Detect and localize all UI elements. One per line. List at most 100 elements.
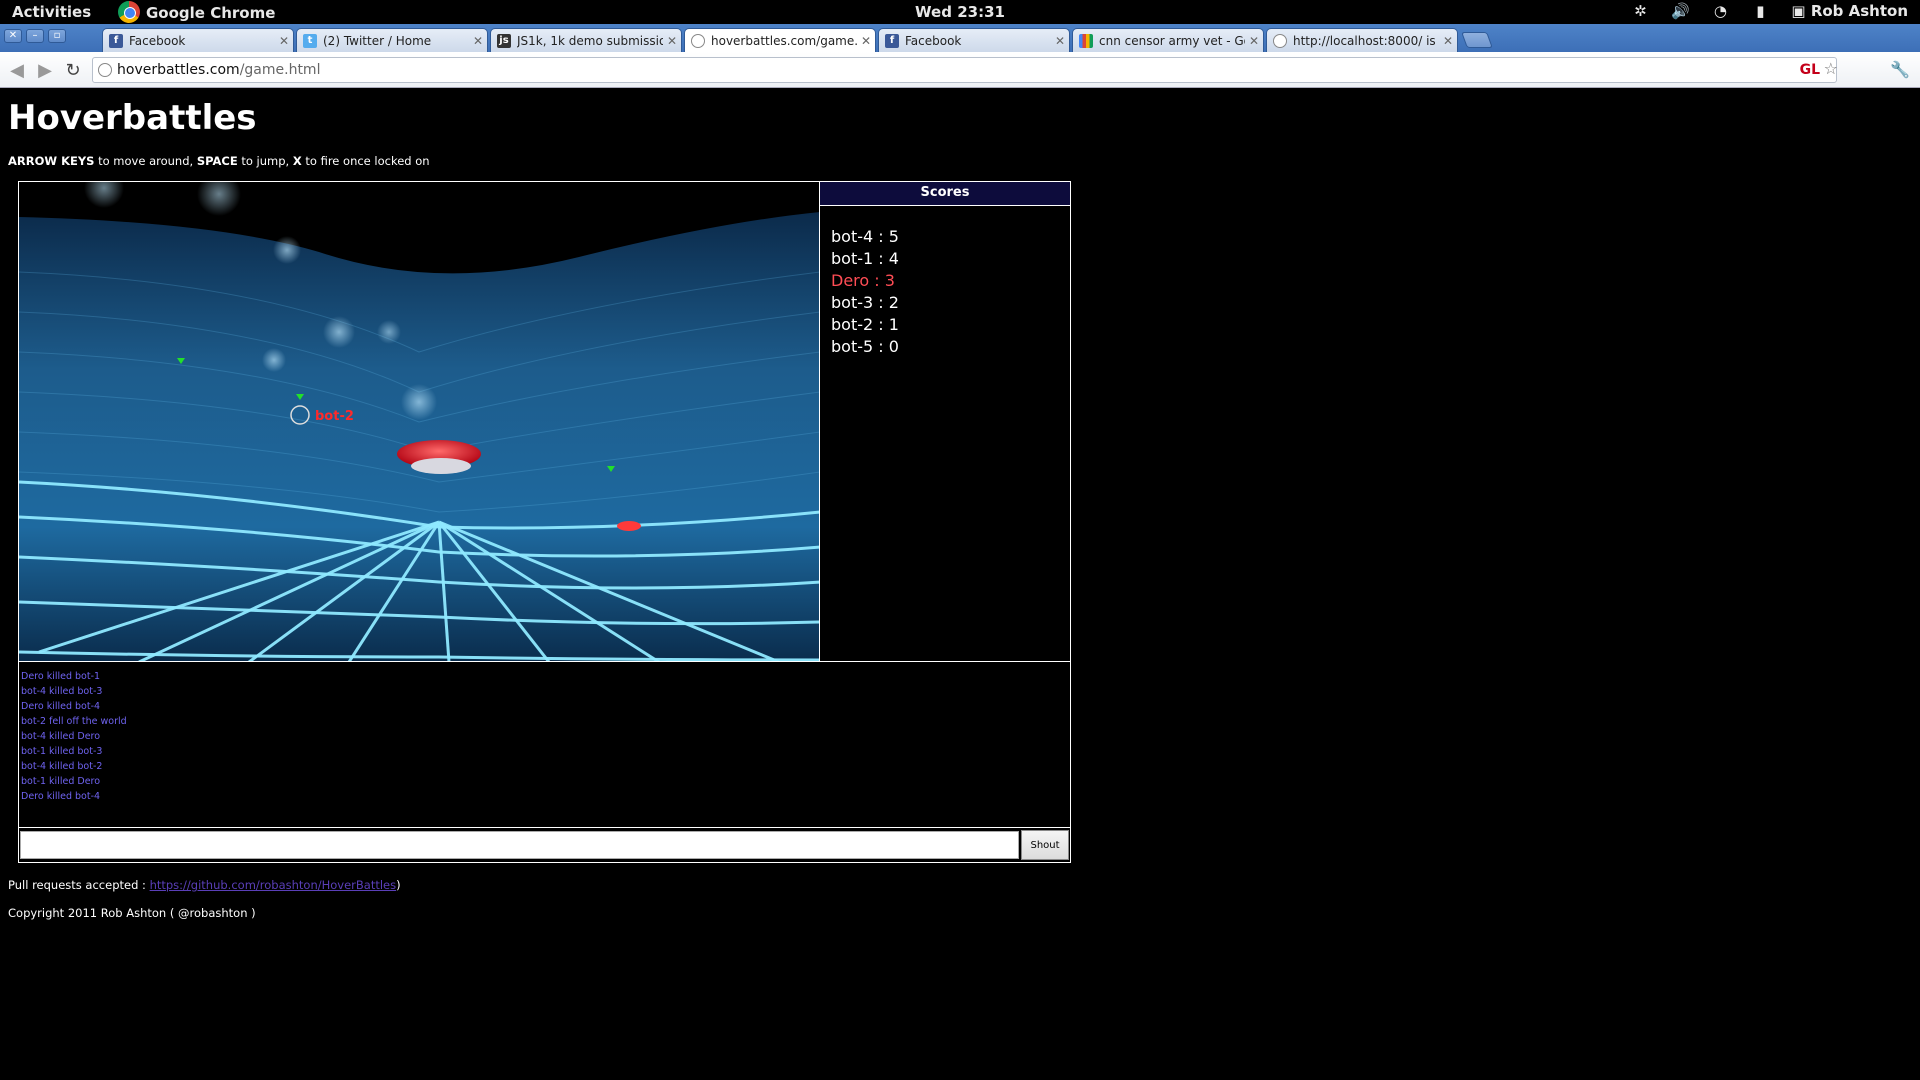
log-entry: bot-4 killed bot-3: [21, 686, 103, 697]
key-arrow-keys: ARROW KEYS: [8, 154, 95, 168]
chat-bar: Shout: [19, 827, 1070, 862]
system-top-bar: Activities Google Chrome Wed 23:31 ✲ 🔊 ◔…: [0, 0, 1920, 24]
glow-orb: [401, 384, 437, 420]
js1k-icon: js: [497, 33, 511, 48]
system-tray: ✲ 🔊 ◔ ▮ ▣ Rob Ashton: [1631, 2, 1908, 20]
battery-icon[interactable]: ▮: [1751, 2, 1769, 20]
chat-input[interactable]: [20, 831, 1019, 859]
user-menu[interactable]: ▣ Rob Ashton: [1791, 2, 1908, 20]
glow-orb: [377, 320, 401, 344]
close-window-icon[interactable]: ✕: [4, 29, 22, 43]
score-entry: bot-1 : 4: [831, 249, 899, 268]
wrench-menu-icon[interactable]: 🔧: [1890, 60, 1910, 79]
log-entry: Dero killed bot-1: [21, 671, 101, 682]
tab-hoverbattles[interactable]: hoverbattles.com/game.h ✕: [684, 28, 876, 52]
score-entry-self: Dero : 3: [831, 271, 895, 290]
page-title: Hoverbattles: [8, 98, 257, 138]
github-link[interactable]: https://github.com/robashton/HoverBattle…: [150, 878, 397, 892]
enemy-hovercraft: [617, 521, 641, 531]
log-entry: Dero killed bot-4: [21, 701, 101, 712]
tab-google-search[interactable]: cnn censor army vet - Goo ✕: [1072, 28, 1264, 52]
close-tab-icon[interactable]: ✕: [663, 34, 681, 48]
bookmark-star-icon[interactable]: ☆: [1824, 57, 1838, 81]
tab-js1k[interactable]: js JS1k, 1k demo submission ✕: [490, 28, 682, 52]
window-controls: ✕ – ▫: [4, 29, 66, 43]
log-entry: bot-4 killed bot-2: [21, 761, 103, 772]
pull-suffix: ): [396, 878, 401, 892]
url-path: /game.html: [239, 62, 321, 78]
tab-title: http://localhost:8000/ is n: [1293, 33, 1439, 48]
log-entry: Dero killed bot-4: [21, 791, 101, 802]
copyright: Copyright 2011 Rob Ashton ( @robashton ): [8, 906, 256, 920]
target-label: bot-2: [315, 409, 354, 424]
webgl-badge[interactable]: GL: [1800, 58, 1820, 82]
forward-icon[interactable]: ▶: [34, 60, 56, 81]
url-domain: hoverbattles.com: [117, 62, 240, 78]
scores-panel: Scores bot-4 : 5 bot-1 : 4 Dero : 3 bot-…: [820, 182, 1070, 662]
facebook-icon: f: [885, 33, 899, 48]
log-entry: bot-1 killed Dero: [21, 776, 101, 787]
address-bar[interactable]: hoverbattles.com/game.html GL ☆: [92, 57, 1838, 83]
close-tab-icon[interactable]: ✕: [469, 34, 487, 48]
key-x: X: [292, 154, 302, 168]
tab-title: cnn censor army vet - Goo: [1099, 33, 1245, 48]
log-entry: bot-4 killed Dero: [21, 731, 101, 742]
back-icon[interactable]: ◀: [6, 60, 28, 81]
tab-title: JS1k, 1k demo submission: [517, 33, 663, 48]
glow-orb: [323, 316, 355, 348]
tab-facebook-2[interactable]: f Facebook ✕: [878, 28, 1070, 52]
user-icon: ▣: [1791, 2, 1811, 20]
page-info-icon[interactable]: [98, 63, 112, 77]
glow-orb: [262, 348, 286, 372]
score-list: bot-4 : 5 bot-1 : 4 Dero : 3 bot-3 : 2 b…: [820, 206, 1070, 358]
close-tab-icon[interactable]: ✕: [1051, 34, 1069, 48]
close-tab-icon[interactable]: ✕: [1245, 34, 1263, 48]
new-tab-button[interactable]: [1461, 32, 1493, 48]
minimize-window-icon[interactable]: –: [26, 29, 44, 43]
instructions-text: to jump,: [237, 154, 293, 168]
volume-icon[interactable]: 🔊: [1671, 2, 1690, 20]
instructions-text: to move around,: [94, 154, 197, 168]
tab-title: hoverbattles.com/game.h: [711, 33, 857, 48]
close-tab-icon[interactable]: ✕: [857, 34, 875, 48]
wifi-icon[interactable]: ◔: [1711, 2, 1729, 20]
score-entry: bot-3 : 2: [831, 293, 899, 312]
globe-icon: [1273, 33, 1287, 48]
score-entry: bot-5 : 0: [831, 337, 899, 356]
key-space: SPACE: [196, 154, 238, 168]
maximize-window-icon[interactable]: ▫: [48, 29, 66, 43]
pull-prefix: Pull requests accepted :: [8, 878, 150, 892]
tab-title: Facebook: [905, 33, 962, 48]
log-entry: bot-1 killed bot-3: [21, 746, 103, 757]
game-scene: bot-2: [19, 182, 819, 661]
tabs: f Facebook ✕ t (2) Twitter / Home ✕ js J…: [102, 28, 1493, 52]
game-container: bot-2 Scores bot-4 : 5 bot-1 : 4 Dero : …: [18, 181, 1071, 863]
log-entry: bot-2 fell off the world: [21, 716, 127, 727]
tab-title: (2) Twitter / Home: [323, 33, 432, 48]
game-canvas[interactable]: bot-2: [19, 182, 820, 662]
score-entry: bot-4 : 5: [831, 227, 899, 246]
reload-icon[interactable]: ↻: [62, 60, 84, 81]
glow-orb: [273, 236, 301, 264]
score-entry: bot-2 : 1: [831, 315, 899, 334]
accessibility-icon[interactable]: ✲: [1631, 2, 1649, 20]
globe-icon: [691, 33, 705, 48]
player-hovercraft-base: [411, 458, 471, 474]
page-content: Hoverbattles ARROW KEYS to move around, …: [0, 88, 1920, 1080]
facebook-icon: f: [109, 33, 123, 48]
instructions-text: to fire once locked on: [301, 154, 430, 168]
browser-toolbar: ◀ ▶ ↻ hoverbattles.com/game.html GL ☆ 🔧: [0, 52, 1920, 88]
close-tab-icon[interactable]: ✕: [275, 34, 293, 48]
tab-facebook[interactable]: f Facebook ✕: [102, 28, 294, 52]
scores-header: Scores: [820, 182, 1070, 206]
close-tab-icon[interactable]: ✕: [1439, 34, 1457, 48]
event-log: Dero killed bot-1 bot-4 killed bot-3 Der…: [19, 663, 1070, 825]
shout-button[interactable]: Shout: [1021, 830, 1069, 860]
pull-requests-note: Pull requests accepted : https://github.…: [8, 878, 401, 892]
tab-strip: ✕ – ▫ f Facebook ✕ t (2) Twitter / Home …: [0, 24, 1920, 52]
tab-twitter[interactable]: t (2) Twitter / Home ✕: [296, 28, 488, 52]
tab-title: Facebook: [129, 33, 186, 48]
twitter-icon: t: [303, 33, 317, 48]
tab-localhost[interactable]: http://localhost:8000/ is n ✕: [1266, 28, 1458, 52]
google-icon: [1079, 33, 1093, 48]
